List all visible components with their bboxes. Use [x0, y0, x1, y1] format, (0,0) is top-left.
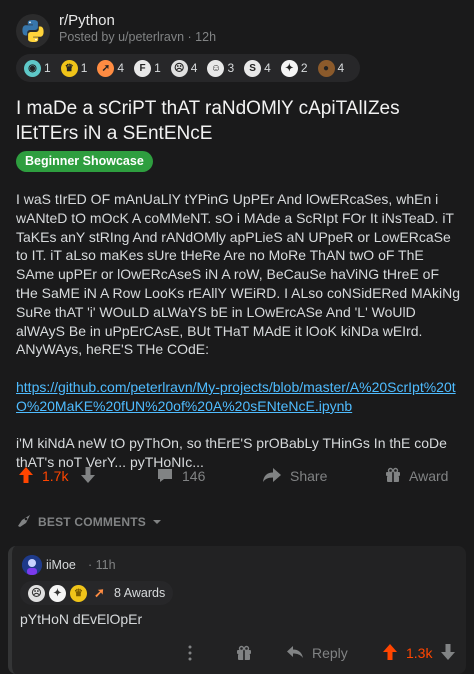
gift-icon — [385, 467, 401, 486]
python-subreddit-icon[interactable] — [16, 14, 50, 48]
comments-button[interactable]: 146 — [156, 460, 205, 492]
comment-downvote-arrow-icon[interactable] — [440, 643, 456, 664]
comment-vote-count: 1.3k — [406, 645, 433, 661]
rocket-award-icon: ➚ — [94, 585, 105, 600]
award-count: 4 — [264, 61, 271, 75]
award-count: 4 — [117, 61, 125, 75]
share-button[interactable]: Share — [262, 460, 327, 492]
award-count: 1 — [44, 61, 51, 75]
f-award-icon: F — [134, 59, 152, 77]
comment-body: pYtHoN dEvElOpEr — [20, 611, 143, 627]
subreddit-name[interactable]: r/Python — [59, 12, 115, 29]
award-item: ● 4 — [317, 59, 345, 77]
sort-label: BEST COMMENTS — [38, 515, 146, 529]
post-title: I maDe a sCriPT thAT raNdOMlY cApiTAlIZe… — [16, 98, 400, 144]
award-count: 2 — [300, 61, 308, 75]
reply-label: Reply — [312, 645, 348, 661]
award-count: 4 — [337, 61, 345, 75]
post-flair[interactable]: Beginner Showcase — [16, 151, 153, 172]
comment-actions-bar: Reply 1.3k — [12, 640, 470, 666]
award-count: 4 — [190, 61, 198, 75]
globe-award-icon: ◉ — [24, 59, 41, 77]
vote-controls: 1.7k — [18, 460, 96, 492]
comment-awards-bar[interactable]: ☹ ✦ ♛ ➚ 8 Awards — [20, 581, 174, 605]
post-header: r/Python Posted by u/peterlravn · 12h — [16, 10, 456, 50]
comment-time: · 11h — [88, 558, 116, 572]
post-body: I waS tIrED OF mAnUaLlY tYPinG UpPEr And… — [16, 190, 460, 491]
comment-upvote-arrow-icon[interactable] — [382, 643, 398, 664]
post-actions-bar: 1.7k 146 Share Award — [0, 460, 474, 492]
award-label: Award — [409, 468, 449, 484]
helpful-award-icon: ♛ — [70, 584, 87, 602]
award-button[interactable]: Award — [385, 460, 448, 492]
award-item: ♛ 1 — [60, 59, 88, 77]
award-item: S4 — [244, 59, 271, 77]
comment-vote-controls: 1.3k — [382, 640, 456, 666]
reply-arrow-icon — [286, 645, 304, 662]
comment-bubble-icon — [156, 466, 174, 487]
comment-gift-icon[interactable] — [236, 640, 252, 666]
comment-username[interactable]: iiMoe — [46, 558, 76, 572]
chevron-down-icon — [152, 515, 162, 529]
rocket-sort-icon — [16, 514, 32, 531]
post-paragraph: I waS tIrED OF mAnUaLlY tYPinG UpPEr And… — [16, 191, 461, 358]
facepalm-award-icon: ☹ — [28, 584, 45, 602]
post-meta: Posted by u/peterlravn · 12h — [59, 30, 217, 44]
comment-card: iiMoe · 11h ☹ ✦ ♛ ➚ 8 Awards pYtHoN dEvE… — [8, 546, 466, 674]
award-count: 1 — [80, 61, 88, 75]
downvote-arrow-icon[interactable] — [80, 466, 96, 487]
award-item: ➚ 4 — [97, 59, 125, 77]
upvote-count: 1.7k — [42, 468, 69, 484]
more-options-icon[interactable] — [188, 640, 192, 666]
award-item: F1 — [134, 59, 161, 77]
upvote-arrow-icon[interactable] — [18, 466, 34, 487]
comment-awards-label: 8 Awards — [114, 586, 166, 600]
share-arrow-icon — [262, 467, 282, 486]
award-item: ☺ 3 — [207, 59, 235, 77]
award-item: ✦ 2 — [280, 59, 308, 77]
facepalm-award-icon: ☹ — [170, 59, 188, 77]
share-label: Share — [290, 468, 328, 484]
comment-count: 146 — [182, 468, 206, 484]
laughing-award-icon: ☺ — [207, 59, 225, 77]
cat-award-icon: ✦ — [49, 584, 66, 602]
award-count: 1 — [154, 61, 161, 75]
reply-button[interactable]: Reply — [286, 640, 348, 666]
post-awards-bar[interactable]: ◉ 1 ♛ 1 ➚ 4 F 1 ☹ 4 ☺ 3 S 4 ✦ 2 ● 4 — [16, 54, 360, 82]
comment-sort-dropdown[interactable]: BEST COMMENTS — [16, 512, 162, 532]
cat-award-icon: ✦ — [280, 59, 298, 77]
rocket-award-icon: ➚ — [97, 59, 115, 77]
award-count: 3 — [227, 61, 235, 75]
github-link[interactable]: https://github.com/peterlravn/My-project… — [16, 379, 456, 414]
helpful-award-icon: ♛ — [60, 59, 78, 77]
poop-award-icon: ● — [317, 59, 335, 77]
s-award-icon: S — [244, 59, 262, 77]
award-item: ☹ 4 — [170, 59, 198, 77]
avatar[interactable] — [22, 555, 42, 575]
award-item: ◉ 1 — [24, 59, 51, 77]
